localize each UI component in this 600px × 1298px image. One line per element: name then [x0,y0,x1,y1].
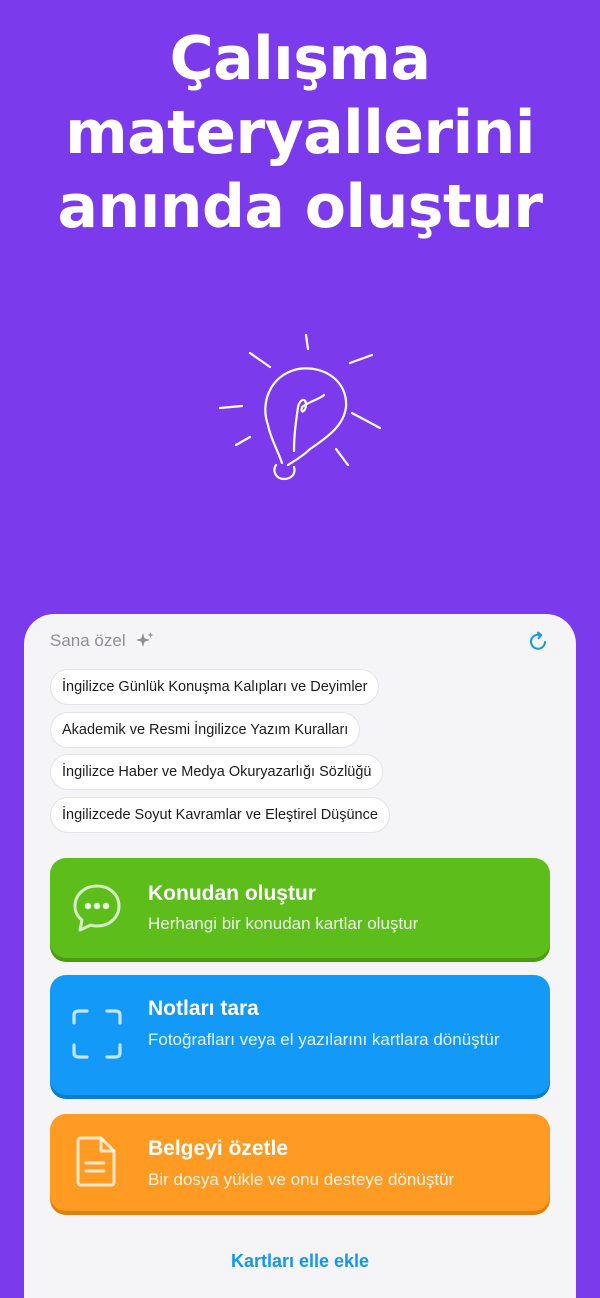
for-you-label: Sana özel [50,631,126,650]
action-subtitle: Herhangi bir konudan kartlar oluştur [148,914,419,933]
action-title: Konudan oluştur [148,882,316,905]
action-subtitle: Bir dosya yükle ve onu desteye dönüştür [148,1170,455,1189]
headline-line-3: anında oluştur [57,172,543,242]
action-title: Belgeyi özetle [148,1137,289,1160]
suggestion-chips: İngilizce Günlük Konuşma Kalıpları ve De… [50,669,556,839]
suggestion-card: Sana özel İngilizce Günlük Konuşma Kalıp… [24,614,576,1298]
scan-notes-button[interactable]: Notları tara Fotoğrafları veya el yazıla… [50,975,550,1095]
suggestion-chip[interactable]: Akademik ve Resmi İngilizce Yazım Kurall… [50,711,361,748]
action-subtitle: Fotoğrafları veya el yazılarını kartlara… [148,1030,500,1049]
headline-line-2: materyallerini [65,98,535,168]
lightbulb-icon [218,333,382,481]
card-header: Sana özel [50,628,550,654]
sparkle-icon [135,632,154,647]
add-cards-manually-link[interactable]: Kartları elle ekle [24,1251,576,1272]
headline-line-1: Çalışma [169,24,431,94]
chat-bubble-icon [73,884,121,932]
suggestion-chip[interactable]: İngilizce Haber ve Medya Okuryazarlığı S… [50,754,384,790]
suggestion-chip[interactable]: İngilizcede Soyut Kavramlar ve Eleştirel… [50,796,390,833]
scan-icon [72,1009,122,1059]
action-title: Notları tara [148,997,259,1020]
page-headline: Çalışma materyallerini anında oluştur [0,22,600,244]
refresh-icon[interactable] [528,630,550,652]
suggestion-chip[interactable]: İngilizce Günlük Konuşma Kalıpları ve De… [50,669,380,705]
create-from-topic-button[interactable]: Konudan oluştur Herhangi bir konudan kar… [50,858,550,958]
document-icon [76,1136,116,1187]
summarize-document-button[interactable]: Belgeyi özetle Bir dosya yükle ve onu de… [50,1114,550,1211]
